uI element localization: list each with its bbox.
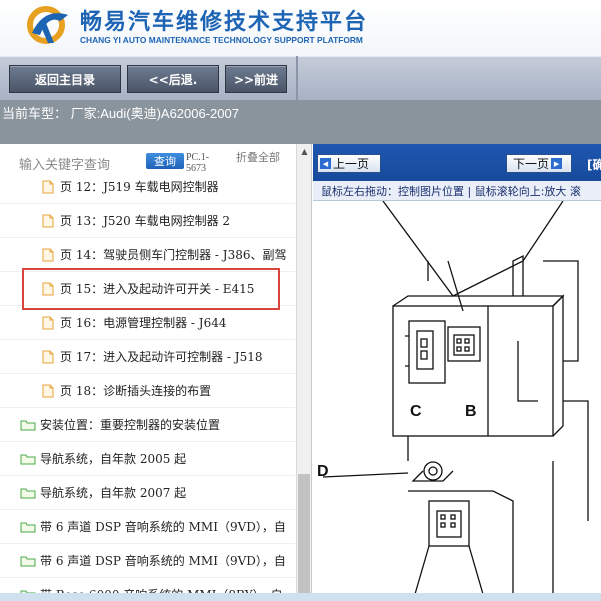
folder-icon	[20, 522, 36, 532]
tree-item[interactable]: 带 6 声道 DSP 音响系统的 MMI（9VD），自	[0, 544, 295, 578]
folder-icon	[20, 420, 36, 430]
tree-item[interactable]: 页 14：驾驶员侧车门控制器 - J386、副驾	[0, 238, 295, 272]
app-header: 畅易汽车维修技术支持平台 CHANG YI AUTO MAINTENANCE T…	[0, 0, 601, 56]
tree-item[interactable]: 导航系统，自年款 2007 起	[0, 476, 295, 510]
component-diagram[interactable]: C B D	[313, 200, 601, 601]
tree-item-label: 页 12：J519 车载电网控制器	[60, 180, 219, 194]
prev-page-label: 上一页	[333, 157, 370, 171]
home-button[interactable]: 返回主目录	[9, 65, 121, 93]
tree-item-label: 导航系统，自年款 2005 起	[40, 452, 187, 466]
page-icon	[42, 248, 54, 261]
tree-item-label: 带 6 声道 DSP 音响系统的 MMI（9VD），自	[40, 520, 286, 534]
tree-item-label: 页 16：电源管理控制器 - J644	[60, 316, 227, 330]
tree-item[interactable]: 页 15：进入及起动许可开关 - E415	[0, 272, 295, 306]
current-model-text: 当前车型： 厂家:Audi(奥迪)A62006-2007	[2, 106, 239, 121]
next-page-label: 下一页	[513, 157, 550, 171]
logo-icon	[27, 6, 68, 44]
diagram-label-d: D	[317, 463, 329, 480]
search-button[interactable]: 查询	[146, 153, 184, 169]
viewer-hint: 鼠标左右拖动：控制图片位置 | 鼠标滚轮向上:放大 滚	[313, 181, 601, 201]
right-arrow-icon: ▶	[551, 158, 563, 169]
tree-item[interactable]: 页 13：J520 车载电网控制器 2	[0, 204, 295, 238]
left-arrow-icon: ◀	[320, 158, 331, 169]
tree-item[interactable]: 页 16：电源管理控制器 - J644	[0, 306, 295, 340]
prev-page-button[interactable]: ◀ 上一页	[317, 154, 381, 173]
tree-item-label: 页 14：驾驶员侧车门控制器 - J386、副驾	[60, 248, 287, 262]
page-icon	[42, 282, 54, 295]
page-icon	[42, 316, 54, 329]
diagram-drawing	[322, 200, 589, 601]
tree-item-label: 页 18：诊断插头连接的布置	[60, 384, 212, 398]
model-bar: 当前车型： 厂家:Audi(奥迪)A62006-2007	[0, 100, 601, 144]
page-count-line1: PC.1-	[186, 152, 210, 163]
back-button[interactable]: <<后退.	[127, 65, 219, 93]
viewer-nav: ◀ 上一页 下一页 ▶ [确	[313, 144, 601, 181]
navigation-panel: 输入关键字查询 查询 PC.1- 5673 折叠全部 页 12：J519 车载电…	[0, 144, 312, 601]
platform-title: 畅易汽车维修技术支持平台	[80, 10, 369, 35]
diagram-label-b: B	[465, 403, 477, 420]
page-icon	[42, 350, 54, 363]
tree-item-label: 页 17：进入及起动许可控制器 - J518	[60, 350, 263, 364]
tree-item[interactable]: 带 6 声道 DSP 音响系统的 MMI（9VD），自	[0, 510, 295, 544]
tree-item[interactable]: 安装位置：重要控制器的安装位置	[0, 408, 295, 442]
tree-item-label: 安装位置：重要控制器的安装位置	[40, 418, 221, 432]
viewer-extra-label: [确	[587, 158, 601, 172]
next-page-button[interactable]: 下一页 ▶	[506, 154, 572, 173]
tree-item-label: 页 15：进入及起动许可开关 - E415	[60, 282, 255, 296]
scroll-up-arrow-icon[interactable]: ▲	[297, 144, 311, 158]
forward-button[interactable]: >>前进	[225, 65, 287, 93]
tree-scrollbar[interactable]: ▲	[296, 144, 311, 601]
toolbar: 返回主目录 <<后退. >>前进	[0, 56, 601, 100]
folder-icon	[20, 488, 36, 498]
tree-item-label: 页 13：J520 车载电网控制器 2	[60, 214, 231, 228]
tree-item[interactable]: 导航系统，自年款 2005 起	[0, 442, 295, 476]
tree-item[interactable]: 页 17：进入及起动许可控制器 - J518	[0, 340, 295, 374]
scroll-thumb[interactable]	[298, 474, 310, 596]
tree-item[interactable]: 页 12：J519 车载电网控制器	[0, 170, 295, 204]
page-icon	[42, 214, 54, 227]
platform-subtitle: CHANG YI AUTO MAINTENANCE TECHNOLOGY SUP…	[80, 35, 363, 45]
tree-item[interactable]: 页 18：诊断插头连接的布置	[0, 374, 295, 408]
folder-icon	[20, 556, 36, 566]
viewer-panel: ◀ 上一页 下一页 ▶ [确 鼠标左右拖动：控制图片位置 | 鼠标滚轮向上:放大…	[313, 144, 601, 601]
diagram-label-c: C	[410, 403, 422, 420]
folder-icon	[20, 454, 36, 464]
tree-item-label: 导航系统，自年款 2007 起	[40, 486, 187, 500]
status-strip	[0, 593, 601, 601]
tree-item-label: 带 6 声道 DSP 音响系统的 MMI（9VD），自	[40, 554, 286, 568]
collapse-all-button[interactable]: 折叠全部	[236, 152, 282, 164]
page-icon	[42, 180, 54, 193]
page-icon	[42, 384, 54, 397]
